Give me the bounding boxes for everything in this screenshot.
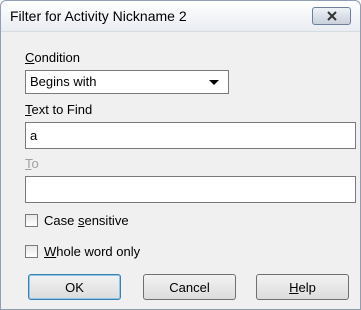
- text-to-find-label: Text to Find: [25, 102, 93, 117]
- case-sensitive-option[interactable]: Case sensitive: [25, 212, 129, 228]
- window-title: Filter for Activity Nickname 2: [10, 8, 187, 24]
- filter-dialog: Filter for Activity Nickname 2 Condition…: [0, 0, 361, 310]
- to-input[interactable]: [25, 176, 356, 203]
- case-sensitive-label: Case sensitive: [44, 212, 129, 228]
- condition-dropdown[interactable]: Begins with: [25, 70, 229, 94]
- condition-selected-value: Begins with: [30, 74, 97, 89]
- whole-word-option[interactable]: Whole word only: [25, 243, 140, 259]
- title-bar: Filter for Activity Nickname 2: [1, 1, 360, 32]
- ok-button[interactable]: OK: [28, 274, 121, 300]
- cancel-button[interactable]: Cancel: [143, 274, 236, 300]
- whole-word-checkbox[interactable]: [25, 244, 38, 258]
- close-icon: [326, 11, 337, 21]
- close-button[interactable]: [312, 7, 351, 25]
- whole-word-label: Whole word only: [44, 243, 141, 259]
- help-button[interactable]: Help: [256, 274, 349, 300]
- chevron-down-icon: [209, 80, 219, 85]
- condition-label: Condition: [25, 50, 80, 65]
- text-to-find-input[interactable]: a: [25, 122, 356, 149]
- case-sensitive-checkbox[interactable]: [25, 213, 38, 227]
- to-label: To: [25, 156, 39, 171]
